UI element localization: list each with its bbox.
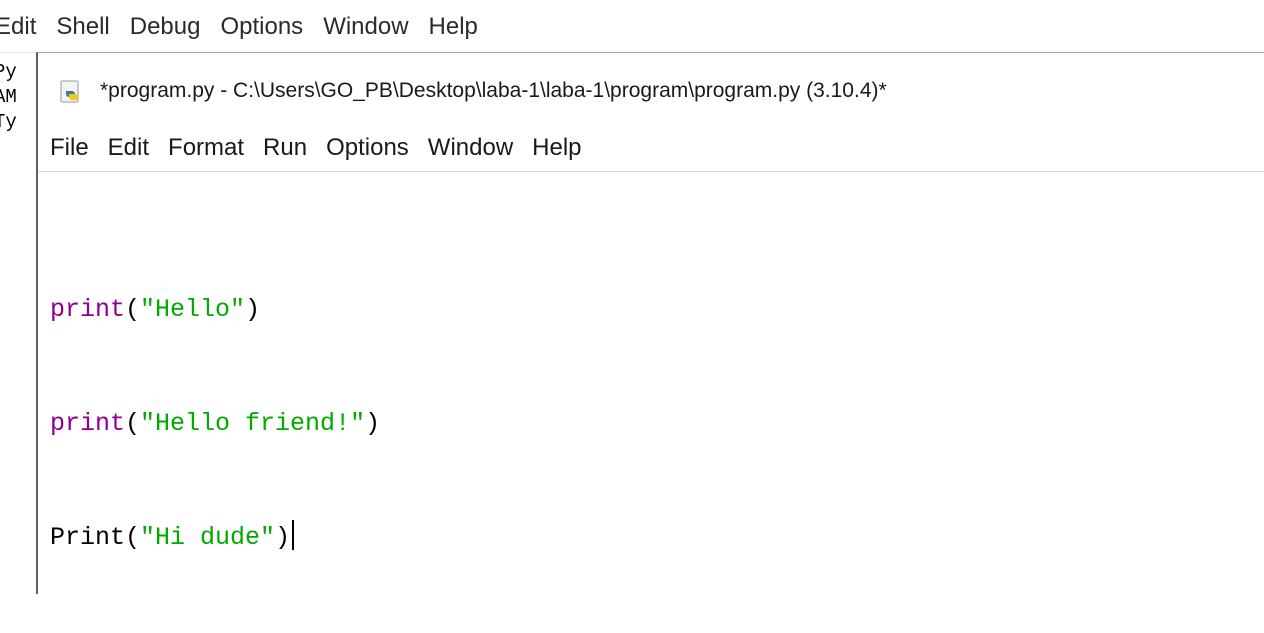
code-paren: ( bbox=[125, 409, 141, 438]
shell-line: AM bbox=[0, 86, 17, 108]
menu-help[interactable]: Help bbox=[532, 134, 581, 162]
code-line[interactable]: Print("Hi dude") bbox=[50, 519, 380, 557]
code-function: Print bbox=[50, 523, 126, 552]
shell-menu-options[interactable]: Options bbox=[220, 13, 303, 41]
shell-menu-edit[interactable]: Edit bbox=[0, 13, 36, 41]
shell-menu-window[interactable]: Window bbox=[323, 13, 408, 41]
menu-options[interactable]: Options bbox=[326, 134, 409, 162]
code-paren: ( bbox=[125, 295, 141, 324]
menu-run[interactable]: Run bbox=[263, 134, 307, 162]
menu-edit[interactable]: Edit bbox=[108, 134, 149, 162]
code-line[interactable]: print("Hello") bbox=[50, 291, 380, 329]
code-function: print bbox=[50, 295, 126, 324]
code-paren: ( bbox=[125, 523, 141, 552]
menu-file[interactable]: File bbox=[50, 134, 89, 162]
code-paren: ) bbox=[365, 409, 381, 438]
editor-window: *program.py - C:\Users\GO_PB\Desktop\lab… bbox=[36, 52, 1264, 594]
shell-output-text: Py AM Ty bbox=[0, 60, 34, 135]
shell-menu-debug[interactable]: Debug bbox=[130, 13, 201, 41]
shell-line: Ty bbox=[0, 111, 17, 133]
shell-menu-shell[interactable]: Shell bbox=[56, 13, 109, 41]
code-line[interactable]: print("Hello friend!") bbox=[50, 405, 380, 443]
menu-format[interactable]: Format bbox=[168, 134, 244, 162]
shell-menu-bar: Edit Shell Debug Options Window Help bbox=[0, 0, 1264, 53]
shell-line: Py bbox=[0, 61, 17, 83]
editor-title: *program.py - C:\Users\GO_PB\Desktop\lab… bbox=[100, 79, 887, 102]
code-string: "Hi dude" bbox=[140, 523, 276, 552]
menu-window[interactable]: Window bbox=[428, 134, 513, 162]
shell-menu-help[interactable]: Help bbox=[429, 13, 478, 41]
editor-titlebar[interactable]: *program.py - C:\Users\GO_PB\Desktop\lab… bbox=[38, 53, 1264, 123]
text-cursor bbox=[292, 520, 295, 550]
code-function: print bbox=[50, 409, 126, 438]
code-string: "Hello friend!" bbox=[140, 409, 366, 438]
code-string: "Hello" bbox=[140, 295, 246, 324]
editor-menu-bar: File Edit Format Run Options Window Help bbox=[38, 123, 1264, 172]
code-paren: ) bbox=[275, 523, 291, 552]
code-paren: ) bbox=[245, 295, 261, 324]
code-editor[interactable]: print("Hello") print("Hello friend!") Pr… bbox=[38, 172, 1264, 594]
python-file-icon bbox=[60, 80, 79, 103]
